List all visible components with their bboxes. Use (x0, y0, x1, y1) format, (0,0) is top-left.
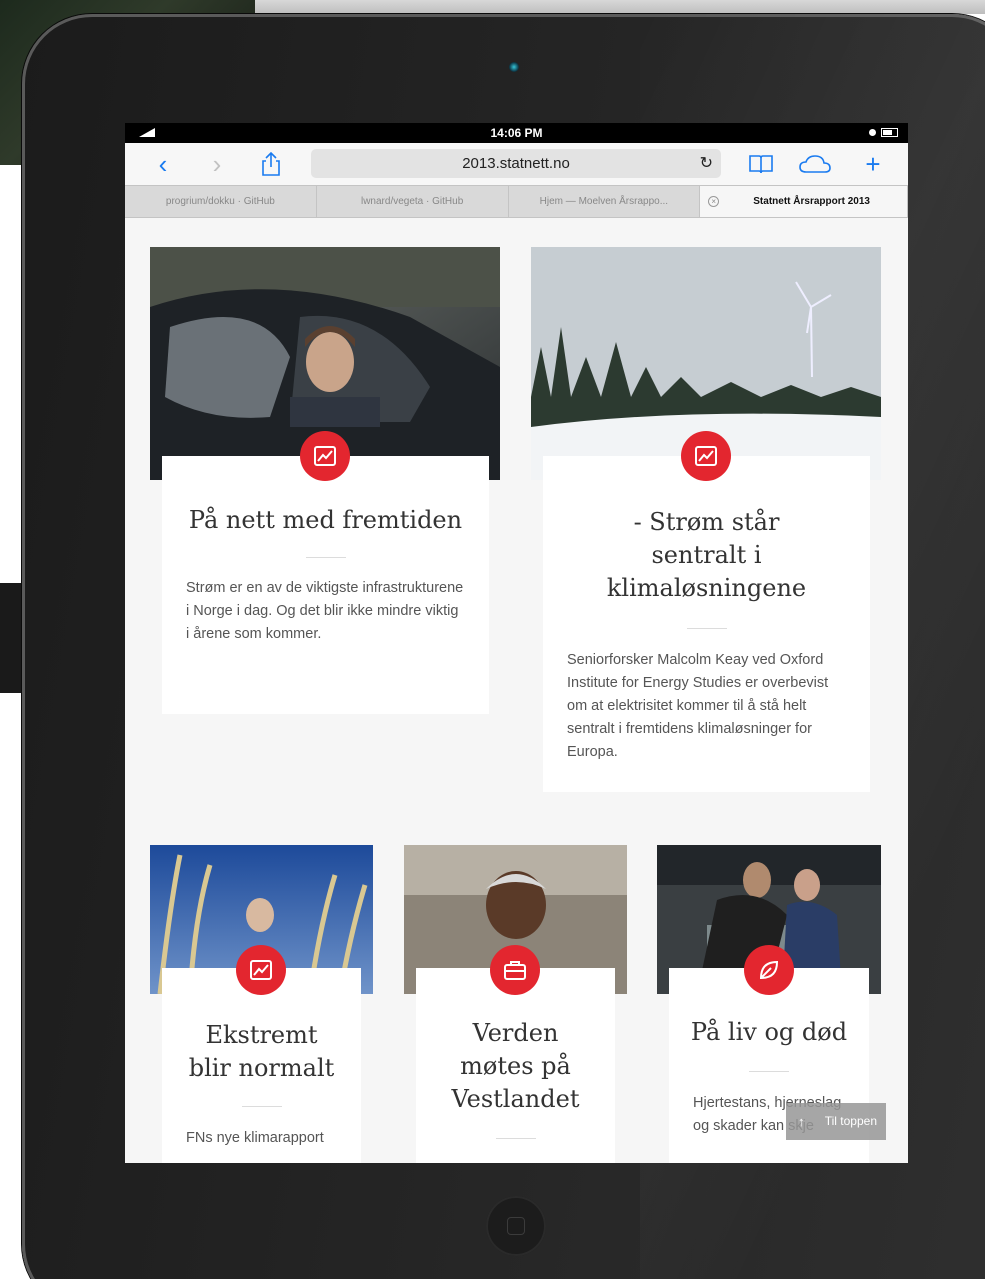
close-tab-icon[interactable]: × (708, 196, 720, 207)
reload-icon[interactable]: ↻ (700, 149, 713, 178)
divider (686, 628, 727, 629)
article-text: FNs nye klimarapport (186, 1130, 324, 1146)
arrow-up-icon: ↑ (798, 1114, 805, 1129)
leaf-icon (744, 945, 794, 995)
url-bar[interactable]: 2013.statnett.no ↻ (311, 149, 721, 178)
divider (495, 1138, 536, 1139)
article-card[interactable]: På nett med fremtiden Strøm er en av de … (162, 456, 489, 714)
back-icon[interactable]: ‹ (145, 149, 181, 179)
article-title[interactable]: Verden møtes på Vestlandet (416, 1017, 615, 1116)
tab-vegeta[interactable]: lwnard/vegeta · GitHub (317, 186, 509, 217)
divider (241, 1106, 282, 1107)
article-card[interactable]: Verden møtes på Vestlandet (416, 968, 615, 1163)
back-to-top-label: Til toppen (824, 1114, 877, 1128)
article-title[interactable]: - Strøm står sentralt i klimaløsningene (543, 506, 870, 605)
bookmarks-icon[interactable] (743, 149, 779, 179)
tab-moelven[interactable]: Hjem — Moelven Årsrappo... (509, 186, 701, 217)
tab-dokku[interactable]: progrium/dokku · GitHub (125, 186, 317, 217)
battery-icon (881, 128, 898, 137)
article-title[interactable]: På nett med fremtiden (162, 504, 489, 537)
divider (305, 557, 346, 558)
background-bar (255, 0, 985, 14)
browser-toolbar: ‹ › 2013.statnett.no ↻ + (125, 143, 908, 185)
share-icon[interactable] (253, 149, 289, 179)
location-icon (869, 129, 876, 136)
icloud-tabs-icon[interactable] (797, 149, 833, 179)
home-square-icon (507, 1217, 525, 1235)
article-card[interactable]: Ekstremt blir normalt FNs nye klimarappo… (162, 968, 361, 1163)
status-bar: 14:06 PM (125, 123, 908, 143)
article-title[interactable]: På liv og død (669, 1016, 869, 1049)
tab-statnett[interactable]: × Statnett Årsrapport 2013 (700, 186, 908, 217)
article-text: Strøm er en av de viktigste infrastruktu… (186, 580, 464, 642)
tab-bar: progrium/dokku · GitHub lwnard/vegeta · … (125, 185, 908, 218)
article-title[interactable]: Ekstremt blir normalt (162, 1019, 361, 1085)
article-text: Seniorforsker Malcolm Keay ved Oxford In… (567, 652, 829, 760)
new-tab-icon[interactable]: + (855, 149, 891, 179)
tab-statnett-label: Statnett Årsrapport 2013 (753, 196, 870, 207)
chart-icon (300, 431, 350, 481)
camera-icon (509, 62, 519, 72)
status-time: 14:06 PM (490, 126, 543, 140)
divider (749, 1071, 789, 1072)
back-to-top-button[interactable]: ↑ Til toppen (786, 1103, 886, 1140)
tablet-screen: 14:06 PM ‹ › 2013.statnett.no ↻ + progri… (125, 123, 908, 1163)
article-card[interactable]: - Strøm står sentralt i klimaløsningene … (543, 456, 870, 792)
forward-icon[interactable]: › (199, 149, 235, 179)
url-text: 2013.statnett.no (462, 155, 570, 172)
chart-icon (681, 431, 731, 481)
briefcase-icon (490, 945, 540, 995)
chart-icon (236, 945, 286, 995)
